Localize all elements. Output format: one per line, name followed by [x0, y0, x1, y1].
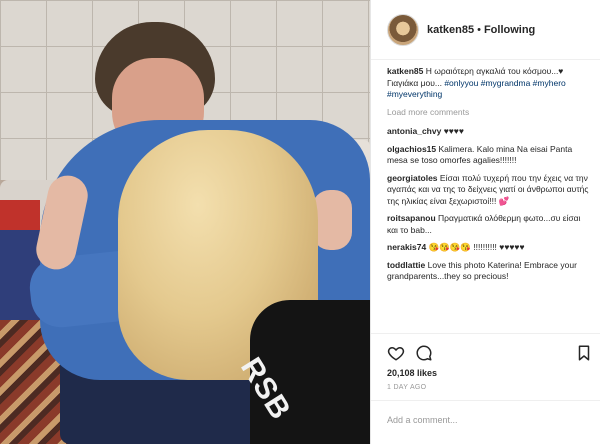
divider	[371, 333, 600, 334]
caption-username[interactable]: katken85	[387, 66, 423, 76]
comment: toddlattie Love this photo Katerina! Emb…	[387, 260, 593, 283]
add-comment-input[interactable]	[387, 411, 587, 429]
comment: nerakis74 😘😘😘😘 !!!!!!!!!! ♥♥♥♥♥	[387, 242, 593, 254]
header-separator: •	[477, 23, 481, 36]
comments-list: katken85 Η ωραιότερη αγκαλιά του κόσμου.…	[387, 66, 593, 289]
comment: antonia_chvy ♥♥♥♥	[387, 126, 593, 138]
comment-username[interactable]: toddlattie	[387, 260, 425, 270]
likes-count[interactable]: 20,108 likes	[387, 368, 437, 378]
divider	[371, 400, 600, 401]
load-more-comments-link[interactable]: Load more comments	[387, 107, 593, 119]
comment: georgiatoles Είσαι πολύ τυχερή που την έ…	[387, 173, 593, 208]
comment-text: ♥♥♥♥	[443, 126, 464, 136]
caption: katken85 Η ωραιότερη αγκαλιά του κόσμου.…	[387, 66, 593, 101]
post-date: 1 DAY AGO	[387, 384, 427, 391]
avatar[interactable]	[387, 13, 419, 46]
comment-username[interactable]: nerakis74	[387, 242, 426, 252]
comment-username[interactable]: antonia_chvy	[387, 126, 441, 136]
post-sidebar: katken85 • Following katken85 Η ωραιότερ…	[370, 0, 600, 444]
post-photo[interactable]: RSB	[0, 0, 370, 444]
bookmark-icon[interactable]	[575, 344, 593, 362]
comment-text: 😘😘😘😘 !!!!!!!!!! ♥♥♥♥♥	[428, 242, 525, 252]
comment-username[interactable]: roitsapanou	[387, 213, 436, 223]
post-actions	[387, 344, 593, 364]
following-button[interactable]: Following	[484, 24, 535, 36]
comment-username[interactable]: olgachios15	[387, 144, 436, 154]
comment-username[interactable]: georgiatoles	[387, 173, 438, 183]
hand	[312, 190, 352, 250]
heart-icon[interactable]	[387, 344, 405, 362]
comment-icon[interactable]	[415, 344, 433, 362]
header-username[interactable]: katken85	[427, 24, 474, 36]
comment: olgachios15 Kalimera. Kalo mina Na eisai…	[387, 144, 593, 167]
comment: roitsapanou Πραγματικά ολόθερμη φωτο...σ…	[387, 213, 593, 236]
post-header: katken85 • Following	[371, 0, 600, 60]
